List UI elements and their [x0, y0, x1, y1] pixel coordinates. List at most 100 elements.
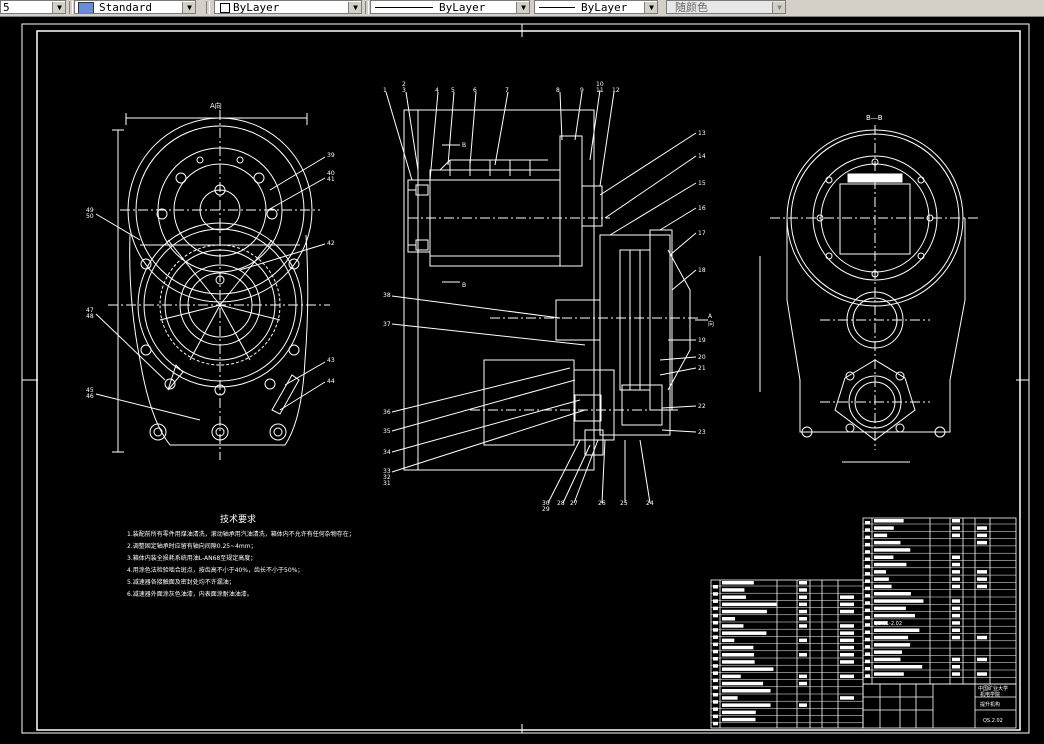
tech-line-2: 2.调整固定轴承时应留有轴向间隙0.25~4mm； — [127, 542, 257, 550]
table-cell-fill — [799, 617, 807, 621]
chevron-down-icon[interactable]: ▼ — [348, 2, 361, 13]
table-cell-fill — [874, 540, 901, 545]
callout-6: 6 — [473, 87, 477, 94]
callout-46: 46 — [86, 393, 94, 400]
table-cell-fill — [840, 595, 854, 599]
table-cell-fill — [977, 635, 987, 640]
table-cell-fill — [713, 693, 718, 697]
table-cell-fill — [865, 521, 870, 525]
table-cell-fill — [713, 628, 718, 632]
table-cell-fill — [874, 533, 888, 538]
table-cell-fill — [874, 606, 906, 611]
title-block-part-name: 提升机构 — [980, 701, 1000, 708]
table-cell-fill — [840, 696, 854, 700]
linetype-dropdown[interactable]: ByLayer ▼ — [370, 0, 530, 14]
callout-36: 36 — [383, 409, 391, 416]
table-cell-fill — [865, 586, 870, 591]
table-cell-fill — [840, 674, 854, 679]
table-cell-fill — [977, 526, 987, 530]
callout-8: 8 — [556, 87, 560, 94]
table-cell-fill — [952, 657, 960, 662]
inner-frame — [36, 30, 1021, 731]
chevron-down-icon[interactable]: ▼ — [772, 2, 785, 13]
callout-1: 1 — [383, 87, 387, 94]
view-a-callouts: 39 40 41 42 43 44 45 46 47 48 49 50 — [86, 152, 335, 400]
table-cell-fill — [952, 665, 960, 669]
layer-name-dropdown[interactable]: ByLayer ▼ — [214, 0, 362, 14]
color-swatch-icon — [220, 3, 230, 13]
table-cell-fill — [952, 519, 960, 523]
table-cell-fill — [840, 638, 854, 643]
table-cell-fill — [722, 653, 755, 657]
table-cell-fill — [840, 602, 854, 607]
table-cell-fill — [713, 700, 718, 704]
lineweight-dropdown[interactable]: ByLayer ▼ — [534, 0, 658, 14]
table-cell-fill — [799, 602, 807, 607]
layer-dropdown[interactable]: 5 ▼ — [0, 0, 66, 14]
table-cell-fill — [977, 672, 987, 676]
table-cell-fill — [977, 570, 987, 574]
table-cell-fill — [799, 624, 807, 628]
callout-14: 14 — [698, 153, 706, 160]
table-cell-fill — [840, 653, 854, 657]
plot-style-dropdown[interactable]: 随颜色 ▼ — [666, 0, 786, 14]
chevron-down-icon[interactable]: ▼ — [182, 2, 195, 13]
table-cell-fill — [865, 608, 870, 613]
table-cell-fill — [952, 533, 960, 538]
table-cell-fill — [865, 579, 870, 583]
toolbar-separator — [206, 1, 210, 14]
chevron-down-icon[interactable]: ▼ — [516, 2, 529, 13]
table-cell-fill — [722, 645, 754, 650]
table-cell-fill — [865, 659, 870, 664]
table-cell-fill — [713, 664, 718, 668]
text-style-dropdown[interactable]: Standard ▼ — [74, 0, 196, 14]
table-cell-fill — [865, 594, 870, 598]
table-cell-fill — [865, 542, 870, 547]
view-mark-b-bottom: B — [462, 282, 466, 289]
callout-5: 5 — [451, 87, 455, 94]
callout-43: 43 — [327, 357, 335, 364]
table-cell-fill — [952, 621, 960, 625]
table-cell-fill — [865, 564, 870, 569]
callout-34: 34 — [383, 449, 391, 456]
chevron-down-icon[interactable]: ▼ — [644, 2, 657, 13]
table-cell-fill — [722, 631, 767, 635]
table-cell-fill — [952, 562, 960, 567]
table-cell-fill — [722, 588, 745, 592]
title-block-material-code: QS.01-2.02 — [874, 621, 902, 627]
table-cell-fill — [874, 519, 904, 523]
table-cell-fill — [865, 557, 870, 561]
view-b-right: B—B — [759, 114, 980, 463]
table-cell-fill — [977, 577, 987, 581]
view-b-label: B—B — [866, 114, 883, 122]
chevron-down-icon[interactable]: ▼ — [52, 2, 65, 13]
table-cell-fill — [713, 585, 718, 589]
table-cell-fill — [722, 710, 756, 715]
lineweight-sample — [539, 7, 575, 8]
callout-38: 38 — [383, 292, 391, 299]
table-cell-fill — [713, 642, 718, 647]
table-cell-fill — [952, 570, 960, 574]
table-cell-fill — [713, 592, 718, 596]
table-cell-fill — [874, 599, 924, 603]
tech-line-3: 3.箱体内装全损耗系统用油L-AN68至规定高度； — [127, 554, 256, 562]
table-cell-fill — [952, 628, 960, 632]
title-block-drawing-no: QS.2.02 — [983, 718, 1003, 724]
table-cell-fill — [865, 667, 870, 671]
table-cell-fill — [799, 703, 807, 707]
table-cell-fill — [977, 533, 987, 538]
drawing-canvas[interactable]: A向 39 40 41 42 43 44 45 46 47 48 49 50 B… — [0, 16, 1044, 739]
table-cell-fill — [799, 638, 807, 643]
table-cell-fill — [722, 581, 754, 585]
section-view-center — [385, 89, 708, 504]
callout-18: 18 — [698, 267, 706, 274]
plot-style-value: 随颜色 — [675, 1, 708, 14]
table-cell-fill — [722, 703, 771, 707]
table-cell-fill — [799, 588, 807, 592]
callout-7: 7 — [505, 87, 509, 94]
tech-line-4: 4.用涂色法检验啮合斑点，按齿高不小于40%，齿长不小于50%； — [127, 566, 303, 574]
table-cell-fill — [840, 624, 854, 628]
table-cell-fill — [722, 617, 736, 621]
table-cell-fill — [799, 595, 807, 599]
callout-22: 22 — [698, 403, 706, 410]
